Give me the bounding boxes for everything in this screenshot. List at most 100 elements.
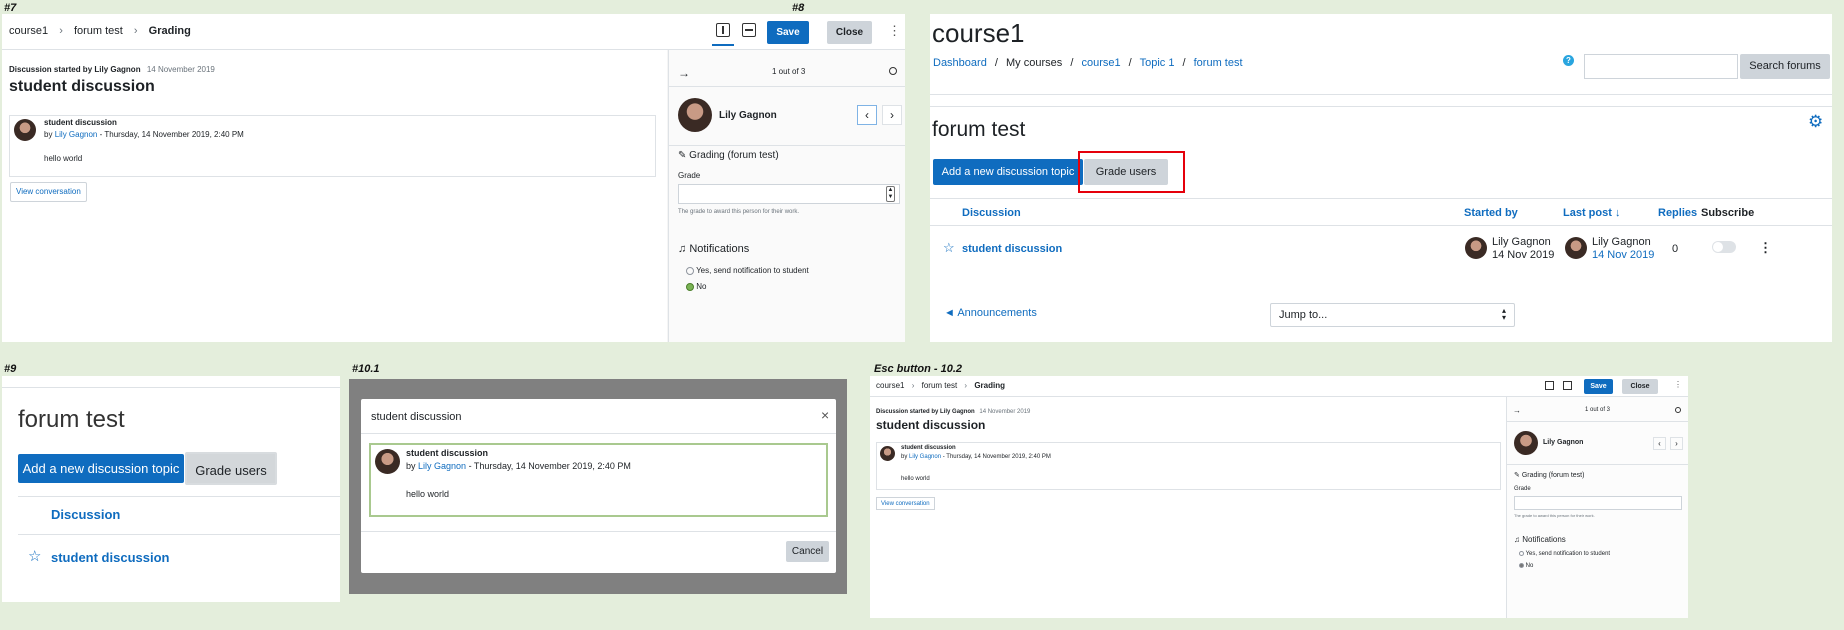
- grade-label: Grade: [1514, 486, 1531, 492]
- avatar: [14, 119, 36, 141]
- breadcrumb-separator: ›: [59, 25, 63, 37]
- grade-input[interactable]: [678, 184, 900, 204]
- save-button[interactable]: Save: [767, 21, 809, 44]
- breadcrumb-course[interactable]: course1: [876, 381, 904, 390]
- notify-no-radio[interactable]: [1519, 563, 1524, 568]
- modal-panel: student discussion × student discussion …: [349, 379, 847, 594]
- post-author-link[interactable]: Lily Gagnon: [418, 461, 466, 471]
- breadcrumb-separator: /: [1070, 57, 1074, 69]
- save-button[interactable]: Save: [1584, 379, 1613, 394]
- next-user-button[interactable]: ›: [1670, 437, 1683, 450]
- breadcrumb-forum[interactable]: forum test: [74, 25, 123, 37]
- cancel-button[interactable]: Cancel: [786, 541, 829, 562]
- grade-label: Grade: [678, 171, 701, 180]
- post-author-link[interactable]: Lily Gagnon: [55, 130, 98, 139]
- breadcrumb-course[interactable]: course1: [1081, 57, 1120, 69]
- more-options-icon[interactable]: ⋮: [888, 23, 901, 39]
- search-forums-button[interactable]: Search forums: [1740, 54, 1830, 79]
- notify-yes-radio[interactable]: [686, 266, 694, 275]
- label-10-1: #10.1: [352, 363, 380, 375]
- breadcrumb-forum[interactable]: forum test: [922, 381, 958, 390]
- grade-help: The grade to award this person for their…: [678, 209, 800, 215]
- post-subject: student discussion: [44, 118, 117, 127]
- label-8: #8: [792, 2, 805, 14]
- expand-width-icon[interactable]: [1563, 381, 1572, 390]
- column-discussion[interactable]: Discussion: [51, 507, 120, 522]
- notify-yes-option[interactable]: Yes, send notification to student: [1519, 551, 1610, 557]
- grade-input[interactable]: [1514, 496, 1682, 510]
- search-users-icon[interactable]: [889, 67, 897, 75]
- last-post-date[interactable]: 14 Nov 2019: [1592, 249, 1654, 261]
- discussion-row-title[interactable]: student discussion: [962, 243, 1062, 255]
- notifications-line: ♫ Notifications: [678, 243, 749, 255]
- add-discussion-button[interactable]: Add a new discussion topic: [933, 159, 1083, 185]
- notify-no-option[interactable]: No: [686, 282, 706, 291]
- collapse-grader-icon[interactable]: [716, 23, 730, 37]
- started-date: 14 November 2019: [979, 409, 1031, 415]
- post-meta: by Lily Gagnon - Thursday, 14 November 2…: [406, 461, 631, 471]
- last-post-avatar: [1565, 237, 1587, 259]
- next-user-button[interactable]: ›: [882, 105, 902, 125]
- star-icon[interactable]: ☆: [28, 547, 41, 565]
- breadcrumb-separator: ›: [133, 25, 138, 37]
- column-discussion[interactable]: Discussion: [962, 207, 1021, 219]
- post-date: - Thursday, 14 November 2019, 2:40 PM: [468, 461, 631, 471]
- gear-icon[interactable]: ⚙: [1808, 112, 1823, 132]
- add-discussion-button[interactable]: Add a new discussion topic: [18, 454, 184, 483]
- breadcrumb-separator: ›: [964, 381, 968, 390]
- collapse-arrow-icon[interactable]: →: [678, 66, 690, 80]
- notify-no-radio[interactable]: [686, 282, 694, 291]
- discussion-title: student discussion: [876, 418, 986, 432]
- breadcrumb-forum[interactable]: forum test: [1194, 57, 1243, 69]
- close-button[interactable]: Close: [1622, 379, 1658, 394]
- previous-user-button[interactable]: ‹: [857, 105, 877, 125]
- label-7: #7: [4, 2, 17, 14]
- grading-heading: Grading (forum test): [1521, 472, 1585, 479]
- jump-to-select[interactable]: Jump to... ▴ ▾: [1270, 303, 1515, 327]
- more-options-icon[interactable]: ⋮: [1674, 380, 1682, 389]
- subscribe-toggle[interactable]: [1712, 241, 1736, 253]
- row-actions-icon[interactable]: ⋮: [1759, 240, 1772, 256]
- close-icon[interactable]: ×: [821, 407, 829, 423]
- bell-icon: ♫: [678, 243, 687, 255]
- expand-width-icon[interactable]: [742, 23, 756, 37]
- close-button[interactable]: Close: [827, 21, 872, 44]
- breadcrumb-dashboard[interactable]: Dashboard: [933, 57, 987, 69]
- column-replies[interactable]: Replies: [1658, 207, 1697, 219]
- previous-user-button[interactable]: ‹: [1653, 437, 1666, 450]
- post-subject: student discussion: [901, 445, 956, 451]
- sort-down-icon[interactable]: ↓: [1615, 207, 1621, 219]
- grade-users-button[interactable]: Grade users: [185, 452, 277, 485]
- pencil-icon: ✎: [1514, 472, 1520, 479]
- replies-count[interactable]: 0: [1672, 243, 1678, 255]
- star-icon[interactable]: ☆: [943, 240, 955, 256]
- help-icon[interactable]: ?: [1563, 55, 1574, 66]
- column-last-post[interactable]: Last post: [1563, 207, 1612, 219]
- post-author-link[interactable]: Lily Gagnon: [909, 454, 941, 460]
- view-conversation-button[interactable]: View conversation: [10, 182, 87, 202]
- started-by-name: Lily Gagnon: [1492, 236, 1551, 248]
- collapse-grader-icon[interactable]: [1545, 381, 1554, 390]
- grade-stepper-icon[interactable]: ▲ ▼: [886, 186, 895, 202]
- notifications-heading: Notifications: [1522, 535, 1566, 544]
- grade-users-button[interactable]: Grade users: [1084, 159, 1168, 185]
- search-forums-input[interactable]: [1584, 54, 1738, 79]
- post-body: hello world: [44, 154, 83, 163]
- breadcrumb-topic[interactable]: Topic 1: [1140, 57, 1175, 69]
- started-by-line: Discussion started by Lily Gagnon 14 Nov…: [876, 409, 1030, 415]
- notify-no-option[interactable]: No: [1519, 563, 1533, 569]
- collapse-arrow-icon[interactable]: →: [1513, 406, 1521, 415]
- notify-yes-radio[interactable]: [1519, 551, 1524, 556]
- column-started-by[interactable]: Started by: [1464, 207, 1518, 219]
- breadcrumb-course[interactable]: course1: [9, 25, 48, 37]
- column-subscribe: Subscribe: [1701, 207, 1755, 219]
- modal-title: student discussion: [371, 411, 462, 423]
- post-by: by: [901, 454, 908, 460]
- breadcrumb: course1 › forum test › Grading: [876, 381, 1005, 390]
- search-users-icon[interactable]: [1675, 407, 1681, 413]
- view-conversation-button[interactable]: View conversation: [876, 497, 935, 510]
- previous-activity-link[interactable]: ◄ Announcements: [944, 307, 1037, 319]
- pager-text: 1 out of 3: [1585, 407, 1611, 413]
- discussion-row-title[interactable]: student discussion: [51, 550, 169, 565]
- notify-yes-option[interactable]: Yes, send notification to student: [686, 266, 809, 275]
